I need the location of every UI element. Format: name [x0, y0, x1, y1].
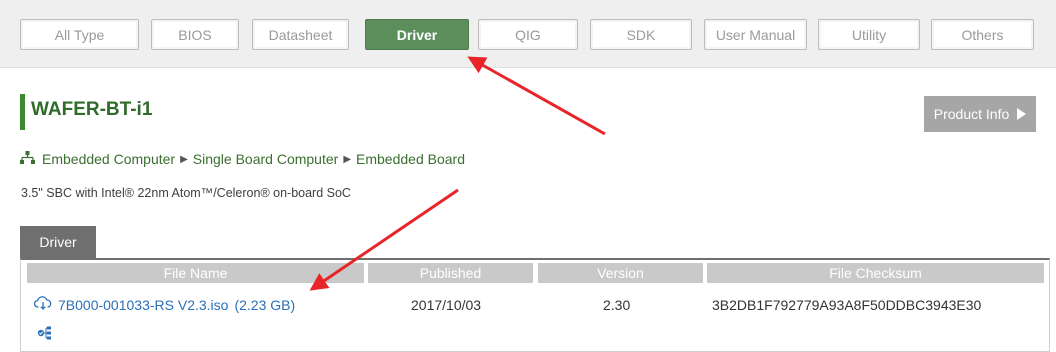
breadcrumb: Embedded Computer ▶ Single Board Compute… — [20, 151, 465, 167]
column-header-published: Published — [368, 263, 533, 283]
filter-tab-user-manual[interactable]: User Manual — [704, 19, 807, 50]
play-icon — [1017, 108, 1027, 120]
breadcrumb-separator-icon: ▶ — [180, 153, 188, 165]
filter-tab-qig[interactable]: QIG — [478, 19, 578, 50]
breadcrumb-single-board-computer[interactable]: Single Board Computer — [193, 151, 339, 167]
column-header-file-name: File Name — [27, 263, 364, 283]
section-tab-driver[interactable]: Driver — [20, 226, 96, 258]
filter-tab-datasheet[interactable]: Datasheet — [252, 19, 349, 50]
filter-tab-sdk[interactable]: SDK — [590, 19, 692, 50]
cloud-download-icon — [33, 296, 52, 313]
breadcrumb-embedded-computer[interactable]: Embedded Computer — [42, 151, 175, 167]
file-name[interactable]: 7B000-001033-RS V2.3.iso — [58, 297, 228, 313]
title-accent-bar — [20, 94, 25, 130]
filter-tab-utility[interactable]: Utility — [818, 19, 920, 50]
product-info-button[interactable]: Product Info — [924, 96, 1036, 132]
filter-tab-others[interactable]: Others — [931, 19, 1034, 50]
column-header-version: Version — [538, 263, 703, 283]
published-date: 2017/10/03 — [411, 297, 482, 313]
breadcrumb-separator-icon: ▶ — [343, 153, 352, 165]
file-size[interactable]: (2.23 GB) — [234, 297, 295, 313]
page-title: WAFER-BT-i1 — [31, 99, 153, 120]
filter-tab-bios[interactable]: BIOS — [151, 19, 239, 50]
product-info-label: Product Info — [933, 106, 1010, 122]
arrow-to-driver-tab — [467, 56, 606, 136]
filter-tab-all-type[interactable]: All Type — [20, 19, 139, 50]
breadcrumb-embedded-board[interactable]: Embedded Board — [356, 151, 465, 167]
product-description: 3.5" SBC with Intel® 22nm Atom™/Celeron®… — [21, 186, 351, 200]
column-header-file-checksum: File Checksum — [707, 263, 1044, 283]
file-type-filter-bar: All Type BIOS Datasheet Driver QIG SDK U… — [0, 0, 1056, 68]
file-checksum: 3B2DB1F792779A93A8F50DDBC3943E30 — [712, 297, 982, 313]
file-version: 2.30 — [603, 297, 631, 313]
file-download-link[interactable]: 7B000-001033-RS V2.3.iso (2.23 GB) — [33, 296, 295, 313]
sitemap-icon — [20, 151, 35, 167]
network-check-icon[interactable] — [37, 326, 53, 345]
filter-tab-driver[interactable]: Driver — [365, 19, 469, 50]
